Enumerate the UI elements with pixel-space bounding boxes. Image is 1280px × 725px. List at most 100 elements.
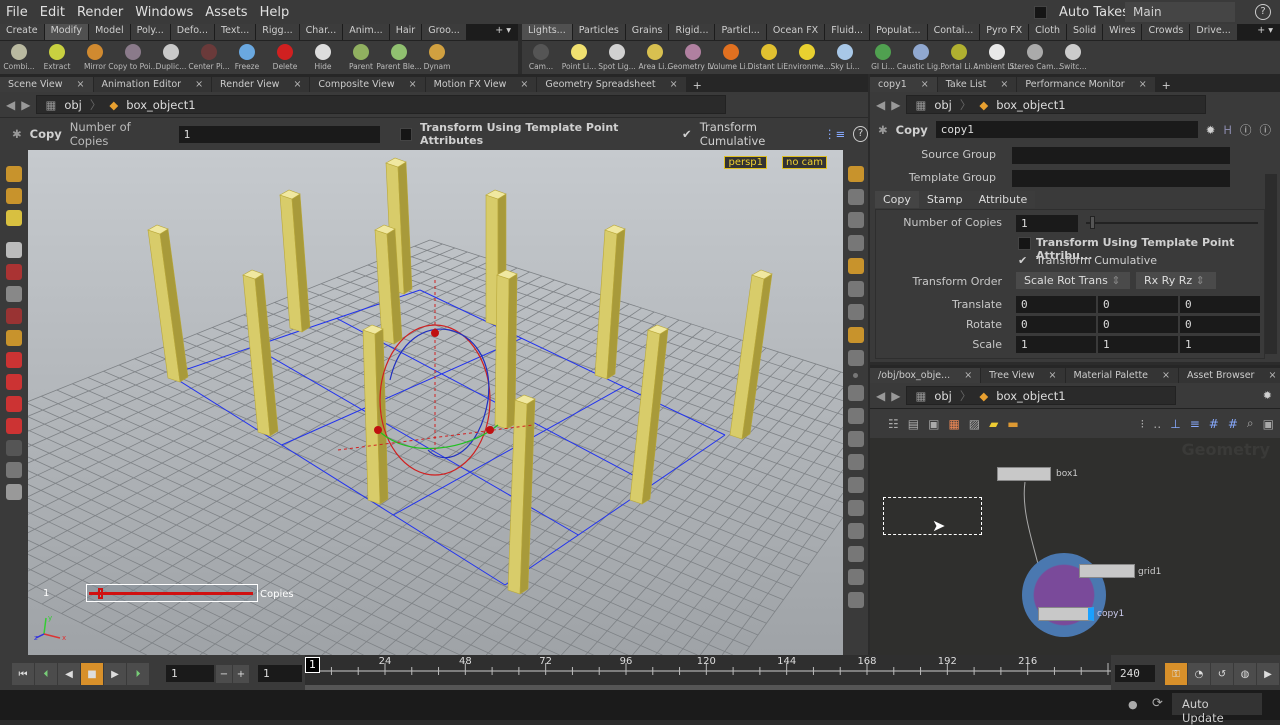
pane-tab[interactable]: Material Palette × (1065, 368, 1178, 383)
menu-help[interactable]: Help (254, 5, 296, 20)
params-icon[interactable]: ▣ (928, 417, 939, 431)
lights-icon[interactable] (847, 281, 864, 297)
snap-prim-icon[interactable] (6, 374, 22, 390)
node-grid1[interactable] (1079, 564, 1135, 578)
shelf-tab[interactable]: Char... (299, 24, 344, 40)
close-icon[interactable]: × (77, 79, 85, 90)
decrement-button[interactable]: − (216, 665, 232, 683)
menu-assets[interactable]: Assets (199, 5, 253, 20)
close-icon[interactable]: × (409, 79, 417, 90)
shelf-tab[interactable]: Ocean FX (766, 24, 826, 40)
shelf-tab[interactable]: Hair (389, 24, 423, 40)
copies-ladder-handle[interactable] (86, 584, 258, 602)
flipbook-icon[interactable] (6, 484, 22, 500)
shelf-tab[interactable]: Cloth (1029, 24, 1067, 40)
sticky-note-icon[interactable]: ▰ (989, 417, 998, 431)
close-icon[interactable]: × (1139, 79, 1147, 90)
branch-icon[interactable] (847, 546, 864, 562)
play-button[interactable]: ▶ (104, 663, 126, 685)
end-frame-input[interactable]: 240 (1115, 665, 1155, 682)
tab-attribute[interactable]: Attribute (970, 191, 1036, 208)
scale-icon[interactable] (6, 308, 22, 324)
package-icon[interactable]: ▬ (1007, 417, 1018, 431)
pane-tab[interactable]: Take List × (937, 77, 1017, 92)
info-icon[interactable]: ⓘ (1240, 122, 1252, 138)
light-icon[interactable] (847, 258, 864, 274)
copied-box-pillar[interactable] (279, 189, 311, 333)
copied-box-pillar[interactable] (494, 269, 518, 430)
vector-component-input[interactable]: 0 (1098, 316, 1178, 333)
handle-icon[interactable] (6, 330, 22, 346)
shelf-tool[interactable]: Cam... (522, 44, 560, 74)
shelf-tab[interactable]: Anim... (343, 24, 390, 40)
render-icon[interactable] (6, 440, 22, 456)
shelf-tool[interactable]: Switc... (1054, 44, 1092, 74)
handle-tool-icon[interactable] (6, 166, 22, 182)
display-icon[interactable] (847, 166, 864, 182)
shelf-tab[interactable]: Particl... (715, 24, 767, 40)
abc-icon[interactable] (847, 592, 864, 608)
pane-tab[interactable]: Composite View × (310, 77, 425, 92)
handle-knob[interactable] (98, 588, 103, 599)
handle-pivot[interactable] (374, 426, 382, 434)
geo-visibility-icon[interactable] (847, 304, 864, 320)
camera-icon[interactable] (6, 462, 22, 478)
shelf-tab[interactable]: Fluid... (825, 24, 871, 40)
shelf-tab[interactable]: Rigid... (669, 24, 716, 40)
shelf-tab[interactable]: Contai... (927, 24, 981, 40)
menu-edit[interactable]: Edit (34, 5, 71, 20)
shelf-tab[interactable]: Poly... (130, 24, 171, 40)
shelf-tab[interactable]: Drive... (1190, 24, 1238, 40)
add-shelf-icon[interactable]: + ▾ (1251, 24, 1280, 40)
step-back-button[interactable]: ⏴ (35, 663, 57, 685)
pane-tab[interactable]: Tree View × (981, 368, 1065, 383)
step-forward-button[interactable]: ⏵ (127, 663, 149, 685)
add-tab-icon[interactable]: + (1156, 79, 1177, 92)
pane-tab[interactable]: Asset Browser × (1178, 368, 1280, 383)
copied-box-pillar[interactable] (147, 224, 189, 383)
shelf-tool[interactable]: Combi... (0, 44, 38, 74)
normals-icon[interactable] (847, 385, 864, 401)
num-copies-input[interactable]: 1 (1016, 215, 1078, 232)
color-palette-icon[interactable]: ▦ (948, 417, 959, 431)
viewport-scene[interactable] (28, 150, 843, 655)
vector-component-input[interactable]: 1 (1016, 336, 1096, 353)
back-icon[interactable]: ◀ (876, 389, 885, 403)
viewport[interactable]: persp1 no cam 1 Copies x y z (28, 150, 843, 655)
refresh-icon[interactable]: ⟳ (1152, 696, 1163, 711)
timeline-ruler[interactable]: 24 48 72 96 120 144 168 192 216 1 (305, 655, 1111, 690)
menu-render[interactable]: Render (71, 5, 129, 20)
close-icon[interactable]: × (1049, 370, 1057, 381)
snap-multi-icon[interactable] (6, 418, 22, 434)
bbox-icon[interactable] (847, 523, 864, 539)
forward-icon[interactable]: ▶ (891, 389, 900, 403)
handle-pivot[interactable] (486, 426, 494, 434)
add-tab-icon[interactable]: + (687, 79, 708, 92)
shelf-tool[interactable]: Stereo Cam... (1009, 44, 1061, 74)
node-box1[interactable] (997, 467, 1051, 481)
path-bar[interactable]: ▦ obj 〉 ◆ box_object1 (36, 95, 727, 114)
path-node[interactable]: box_object1 (996, 98, 1065, 112)
handle-pivot[interactable] (431, 329, 439, 337)
pane-tab[interactable]: copy1 × (870, 77, 937, 92)
shelf-tab[interactable]: Defo... (170, 24, 215, 40)
source-group-input[interactable] (1012, 147, 1230, 164)
tab-copy[interactable]: Copy (875, 191, 919, 208)
shelf-tool[interactable]: Delete (266, 44, 304, 74)
shelf-tab[interactable]: Populat... (870, 24, 928, 40)
link-icon[interactable]: ‥ (1153, 417, 1161, 431)
camera-menu[interactable]: persp1 (724, 156, 767, 169)
cumulative-checkbox[interactable]: ✔ (1018, 254, 1027, 267)
node-name-input[interactable]: copy1 (935, 121, 1198, 138)
snap-point-icon[interactable] (6, 396, 22, 412)
shelf-tab[interactable]: Text... (214, 24, 257, 40)
zoom-icon[interactable]: ⌕ (1247, 416, 1254, 431)
network-box-icon[interactable]: ▨ (969, 417, 980, 431)
cam-lock-menu[interactable]: no cam (781, 156, 827, 169)
close-icon[interactable]: × (293, 79, 301, 90)
shelf-tool[interactable]: Duplic... (152, 44, 190, 74)
shelf-tab[interactable]: Lights... (522, 24, 573, 40)
ghost-icon[interactable] (847, 212, 864, 228)
close-icon[interactable]: × (921, 79, 929, 90)
copies-input[interactable]: 1 (178, 125, 380, 143)
